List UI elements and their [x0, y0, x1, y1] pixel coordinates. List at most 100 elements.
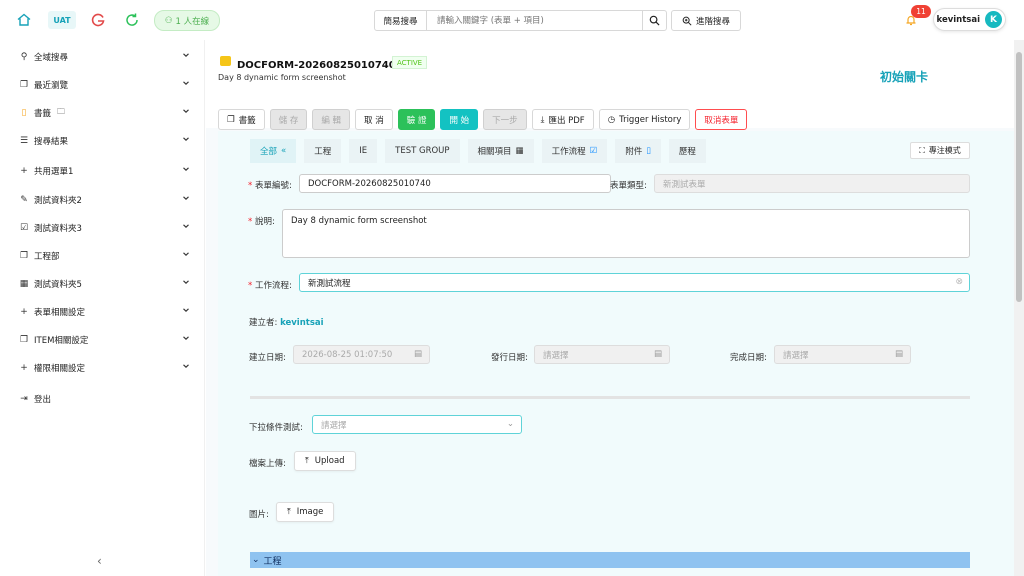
workflow-value: 新測試流程 [308, 278, 351, 289]
chevron-down-icon [182, 278, 190, 289]
logout-icon: ⇥ [20, 394, 28, 404]
sidebar-item-form-settings[interactable]: + 表單相關設定 [0, 298, 205, 326]
tab-attachments[interactable]: 附件 ▯ [615, 139, 661, 163]
advanced-search-label: 進階搜尋 [695, 16, 730, 27]
username: kevintsai [936, 14, 980, 25]
tab-bar: 全部 « 工程 IE TEST GROUP 相關項目 ▦ 工作流程 ☑ 附件 ▯… [250, 139, 970, 163]
search-input[interactable] [427, 11, 642, 30]
sidebar-item-item-settings[interactable]: ❐ ITEM相關設定 [0, 326, 205, 354]
image-label: 圖片: [249, 510, 269, 520]
chevron-down-icon [182, 51, 190, 62]
upload-label: 檔案上傳: [249, 459, 286, 469]
advanced-search-button[interactable]: 進階搜尋 [671, 10, 741, 31]
complete-date-placeholder: 請選擇 [783, 350, 809, 361]
bookmark-button[interactable]: ❐ 書籤 [218, 109, 265, 130]
cancel-form-button[interactable]: 取消表單 [695, 109, 748, 130]
users-icon: ⚇ [164, 15, 173, 26]
bookmark-icon: ▯ [21, 108, 27, 118]
plus-icon: + [20, 307, 28, 317]
creator-row: 建立者: kevintsai [249, 316, 324, 328]
sidebar-item-bookmarks[interactable]: ▯ 書籤 🗀 [0, 99, 205, 127]
tab-label: 工作流程 [551, 147, 586, 157]
form-no-field[interactable]: DOCFORM-20260825010740 [299, 174, 611, 193]
tab-workflow[interactable]: 工作流程 ☑ [541, 139, 608, 163]
tab-history[interactable]: 歷程 [668, 139, 706, 163]
home-icon[interactable] [16, 10, 32, 30]
top-bar: UAT ⚇ 1 人在線 簡易搜尋 進階搜尋 11 kevintsai K [0, 0, 1024, 40]
collapse-sidebar-icon[interactable]: ‹ [97, 554, 102, 568]
sidebar-item-test-folder5[interactable]: ▦ 測試資料夾5 [0, 270, 205, 298]
clear-icon[interactable]: ⊗ [955, 277, 963, 287]
online-users-badge[interactable]: ⚇ 1 人在線 [154, 10, 220, 31]
main-content: DOCFORM-20260825010740ー ACTIVE Day 8 dyn… [206, 40, 1014, 576]
document-header: DOCFORM-20260825010740ー ACTIVE Day 8 dyn… [206, 40, 1014, 130]
sidebar-item-engineering[interactable]: ❐ 工程部 [0, 242, 205, 270]
created-date-field[interactable]: 2026-08-25 01:07:50 ▤ [293, 345, 430, 364]
next-step-button[interactable]: 下一步 [483, 109, 527, 130]
form-no-label: * 表單編號: [248, 181, 292, 191]
status-badge: ACTIVE [392, 56, 428, 69]
issue-date-label: 發行日期: [491, 353, 528, 363]
search-button[interactable] [642, 11, 666, 30]
save-button[interactable]: 儲 存 [269, 109, 308, 130]
table-icon: ▦ [515, 146, 524, 156]
section-engineering-header[interactable]: ⌄ 工程 [250, 552, 970, 568]
tab-ie[interactable]: IE [349, 139, 378, 163]
complete-date-label: 完成日期: [730, 353, 767, 363]
sidebar-item-logout[interactable]: ⇥ 登出 [0, 385, 205, 413]
plus-icon: + [20, 166, 28, 176]
avatar: K [985, 11, 1002, 28]
sidebar: ⚲ 全域搜尋 ❐ 最近瀏覽 ▯ 書籤 🗀 ☰ 搜尋結果 + 共用選單1 ✎ 測試… [0, 40, 205, 576]
edit-button[interactable]: 編 輯 [312, 109, 351, 130]
condition-dropdown[interactable]: 請選擇 ⌄ [312, 415, 522, 434]
creator-value: kevintsai [280, 318, 324, 328]
tab-test-group[interactable]: TEST GROUP [385, 139, 460, 163]
export-pdf-button[interactable]: ⤓ 匯出 PDF [531, 109, 594, 130]
tab-engineering[interactable]: 工程 [304, 139, 342, 163]
description-textarea[interactable]: Day 8 dynamic form screenshot [282, 209, 970, 258]
sidebar-item-search-results[interactable]: ☰ 搜尋結果 [0, 127, 205, 155]
tab-all[interactable]: 全部 « [250, 139, 297, 163]
folder-icon [220, 56, 231, 66]
copy-icon: ❐ [19, 251, 29, 261]
sidebar-item-shared-menu1[interactable]: + 共用選單1 [0, 157, 205, 185]
list-icon: ☰ [19, 136, 29, 146]
user-menu[interactable]: kevintsai K [933, 8, 1006, 31]
issue-date-placeholder: 請選擇 [543, 350, 569, 361]
workflow-select[interactable]: 新測試流程 ⊗ [299, 273, 970, 292]
workflow-label: * 工作流程: [248, 281, 292, 291]
page-scrollbar[interactable] [1014, 40, 1024, 576]
sidebar-item-test-folder2[interactable]: ✎ 測試資料夾2 [0, 186, 205, 214]
chevron-down-icon [182, 79, 190, 90]
chevron-down-icon [182, 250, 190, 261]
scrollbar-thumb[interactable] [1016, 52, 1022, 302]
google-icon[interactable] [90, 10, 106, 30]
image-upload-button[interactable]: ⤒ Image [276, 502, 335, 522]
sidebar-item-global-search[interactable]: ⚲ 全域搜尋 [0, 43, 205, 71]
sidebar-item-label: 表單相關設定 [34, 308, 86, 318]
calendar-icon: ▤ [413, 349, 422, 359]
trigger-history-label: Trigger History [619, 114, 682, 125]
validate-button[interactable]: 驗 證 [397, 109, 436, 130]
focus-mode-button[interactable]: ⛶ 專注模式 [910, 142, 970, 159]
tab-label: 相關項目 [477, 147, 512, 157]
sidebar-item-label: 最近瀏覽 [34, 81, 69, 91]
refresh-icon[interactable] [124, 10, 140, 30]
start-button[interactable]: 開 始 [440, 109, 479, 130]
sidebar-item-test-folder3[interactable]: ☑ 測試資料夾3 [0, 214, 205, 242]
env-badge: UAT [48, 11, 76, 29]
chevron-down-icon [182, 194, 190, 205]
focus-mode-label: 專注模式 [928, 146, 961, 155]
tab-related-items[interactable]: 相關項目 ▦ [467, 139, 534, 163]
search-type-select[interactable]: 簡易搜尋 [375, 11, 427, 30]
cancel-button[interactable]: 取 消 [355, 109, 393, 130]
issue-date-field[interactable]: 請選擇 ▤ [534, 345, 670, 364]
chevron-down-icon: ⌄ [252, 555, 260, 565]
sidebar-item-permission-settings[interactable]: + 權限相關設定 [0, 354, 205, 382]
form-type-field[interactable]: 新測試表單 [654, 174, 970, 193]
document-title: DOCFORM-20260825010740ー [237, 60, 406, 71]
upload-button[interactable]: ⤒ Upload [294, 451, 356, 471]
trigger-history-button[interactable]: ◷ Trigger History [598, 109, 691, 130]
sidebar-item-recent[interactable]: ❐ 最近瀏覽 [0, 71, 205, 99]
complete-date-field[interactable]: 請選擇 ▤ [774, 345, 911, 364]
